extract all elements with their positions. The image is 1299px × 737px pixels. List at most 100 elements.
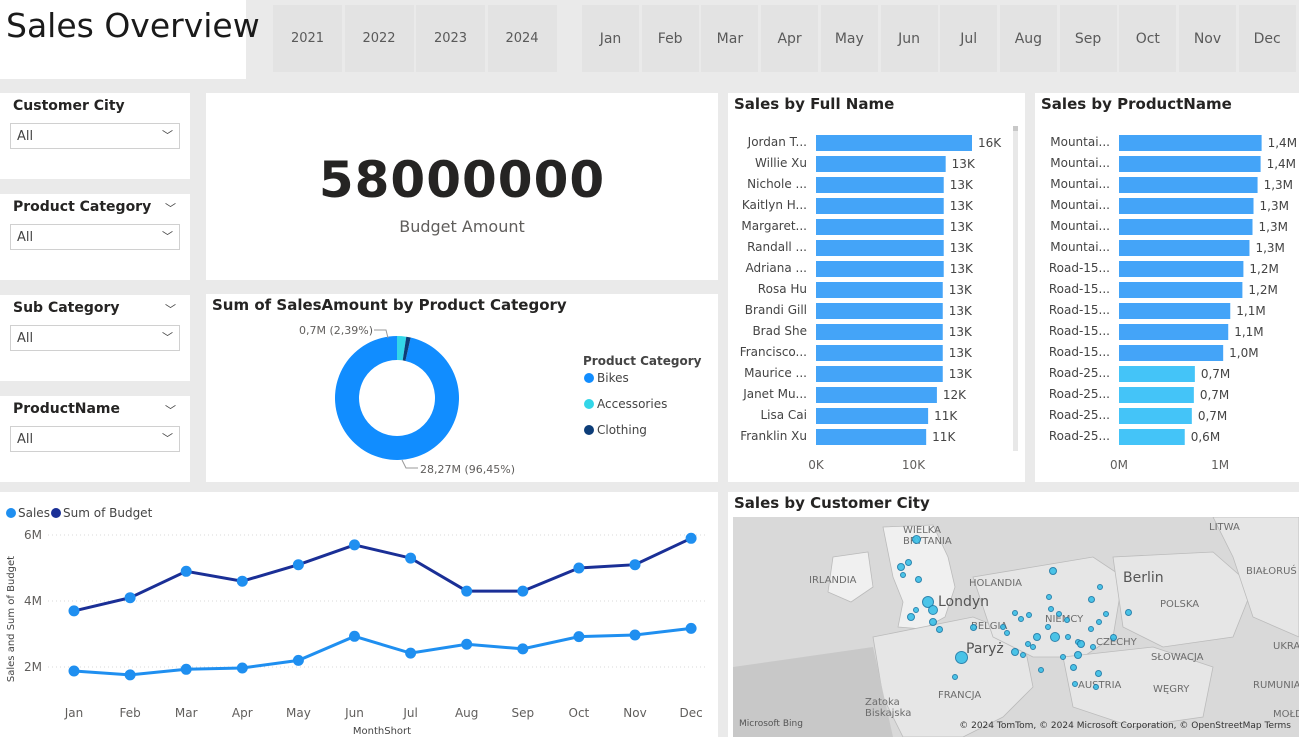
data-point[interactable]	[349, 630, 360, 642]
month-button-dec[interactable]: Dec	[1238, 5, 1296, 72]
month-button-jun[interactable]: Jun	[880, 5, 938, 72]
slicer-dropdown[interactable]: All ﹀	[10, 426, 180, 452]
month-button-jan[interactable]: Jan	[582, 5, 639, 72]
map-city-bubble[interactable]	[904, 558, 912, 566]
month-button-sep[interactable]: Sep	[1059, 5, 1117, 72]
bar[interactable]	[1119, 240, 1250, 256]
data-point[interactable]	[68, 665, 80, 677]
bar[interactable]	[1119, 345, 1224, 361]
map-city-bubble[interactable]	[1077, 640, 1085, 648]
slicer-dropdown[interactable]: All ﹀	[10, 224, 180, 250]
map-city-bubble[interactable]	[1093, 684, 1099, 690]
bar[interactable]	[1119, 198, 1254, 214]
bar[interactable]	[816, 387, 937, 403]
bar[interactable]	[816, 198, 944, 214]
data-point[interactable]	[236, 575, 248, 587]
map-city-bubble[interactable]	[1096, 619, 1102, 625]
map-city-bubble[interactable]	[907, 613, 915, 621]
bar[interactable]	[1119, 219, 1253, 235]
map-city-bubble[interactable]	[1124, 608, 1132, 616]
legend-item-accessories[interactable]: Accessories	[597, 397, 667, 411]
line-legend-item[interactable]: Sum of Budget	[63, 506, 153, 520]
data-point[interactable]	[124, 592, 136, 604]
chevron-down-icon[interactable]: ﹀	[165, 301, 176, 317]
data-point[interactable]	[517, 643, 529, 655]
data-point[interactable]	[573, 562, 585, 574]
map-city-bubble[interactable]	[1038, 667, 1044, 673]
data-point[interactable]	[236, 662, 248, 674]
data-point[interactable]	[629, 629, 641, 641]
data-point[interactable]	[405, 647, 417, 659]
map-city-bubble[interactable]	[1109, 633, 1117, 641]
map-city-bubble[interactable]	[914, 575, 922, 583]
year-button-2023[interactable]: 2023	[416, 5, 485, 72]
month-button-may[interactable]: May	[820, 5, 878, 72]
map-city-bubble[interactable]	[1026, 612, 1032, 618]
bar[interactable]	[816, 219, 944, 235]
legend-item-clothing[interactable]: Clothing	[597, 423, 647, 437]
line-legend-item[interactable]: Sales	[18, 506, 50, 520]
data-point[interactable]	[180, 663, 192, 675]
bar[interactable]	[1119, 366, 1195, 382]
data-point[interactable]	[517, 585, 529, 597]
map-city-bubble[interactable]	[1004, 630, 1010, 636]
map-canvas[interactable]: WIELKA BRYTANIA IRLANDIA Londyn HOLANDIA BEL…	[733, 517, 1299, 737]
year-button-2022[interactable]: 2022	[344, 5, 414, 72]
month-button-nov[interactable]: Nov	[1179, 5, 1236, 72]
bar[interactable]	[816, 261, 944, 277]
bar[interactable]	[816, 135, 972, 151]
bar[interactable]	[1119, 408, 1192, 424]
map-city-bubble[interactable]	[1048, 606, 1054, 612]
bar[interactable]	[816, 345, 943, 361]
map-city-bubble[interactable]	[911, 534, 921, 544]
map-city-bubble[interactable]	[1097, 584, 1103, 590]
chevron-down-icon[interactable]: ﹀	[165, 200, 176, 216]
map-city-bubble[interactable]	[969, 623, 977, 631]
map-city-bubble[interactable]	[1030, 644, 1036, 650]
bar[interactable]	[1119, 324, 1229, 340]
month-button-jul[interactable]: Jul	[940, 5, 998, 72]
map-city-bubble[interactable]	[900, 572, 906, 578]
map-copyright[interactable]: © 2024 TomTom, © 2024 Microsoft Corporat…	[959, 721, 1291, 731]
donut-slice-bikes[interactable]	[334, 335, 459, 460]
map-city-bubble[interactable]	[1045, 624, 1051, 630]
map-city-bubble[interactable]	[1049, 567, 1057, 575]
data-point[interactable]	[685, 532, 697, 544]
bar[interactable]	[1119, 387, 1194, 403]
data-point[interactable]	[349, 539, 360, 551]
slicer-dropdown[interactable]: All ﹀	[10, 123, 180, 149]
map-city-bubble[interactable]	[1064, 617, 1070, 623]
data-point[interactable]	[292, 559, 304, 571]
bar[interactable]	[816, 177, 944, 193]
slicer-dropdown[interactable]: All ﹀	[10, 325, 180, 351]
bar[interactable]	[1119, 135, 1262, 151]
map-city-bubble[interactable]	[1090, 644, 1096, 650]
year-button-2021[interactable]: 2021	[273, 5, 342, 72]
map-city-bubble[interactable]	[1103, 611, 1109, 617]
bar[interactable]	[1119, 261, 1244, 277]
map-city-bubble[interactable]	[952, 674, 958, 680]
data-point[interactable]	[573, 631, 585, 643]
map-city-bubble[interactable]	[1020, 652, 1026, 658]
bar[interactable]	[816, 408, 929, 424]
data-point[interactable]	[629, 559, 641, 571]
map-city-bubble[interactable]	[1011, 648, 1019, 656]
data-point[interactable]	[124, 669, 136, 681]
map-city-bubble[interactable]	[1088, 626, 1094, 632]
chevron-down-icon[interactable]: ﹀	[165, 402, 176, 418]
map-city-bubble[interactable]	[1087, 595, 1095, 603]
map-city-bubble[interactable]	[1012, 610, 1018, 616]
month-button-aug[interactable]: Aug	[999, 5, 1057, 72]
map-city-bubble[interactable]	[954, 650, 968, 664]
bar[interactable]	[1119, 156, 1261, 172]
map-city-bubble[interactable]	[1018, 616, 1024, 622]
data-point[interactable]	[68, 605, 80, 617]
scrollbar-track[interactable]	[1013, 126, 1018, 451]
bar[interactable]	[816, 429, 927, 445]
bar[interactable]	[816, 240, 944, 256]
month-button-feb[interactable]: Feb	[641, 5, 699, 72]
bar[interactable]	[816, 282, 943, 298]
bar[interactable]	[816, 156, 946, 172]
map-city-bubble[interactable]	[1072, 681, 1078, 687]
data-point[interactable]	[685, 622, 697, 634]
